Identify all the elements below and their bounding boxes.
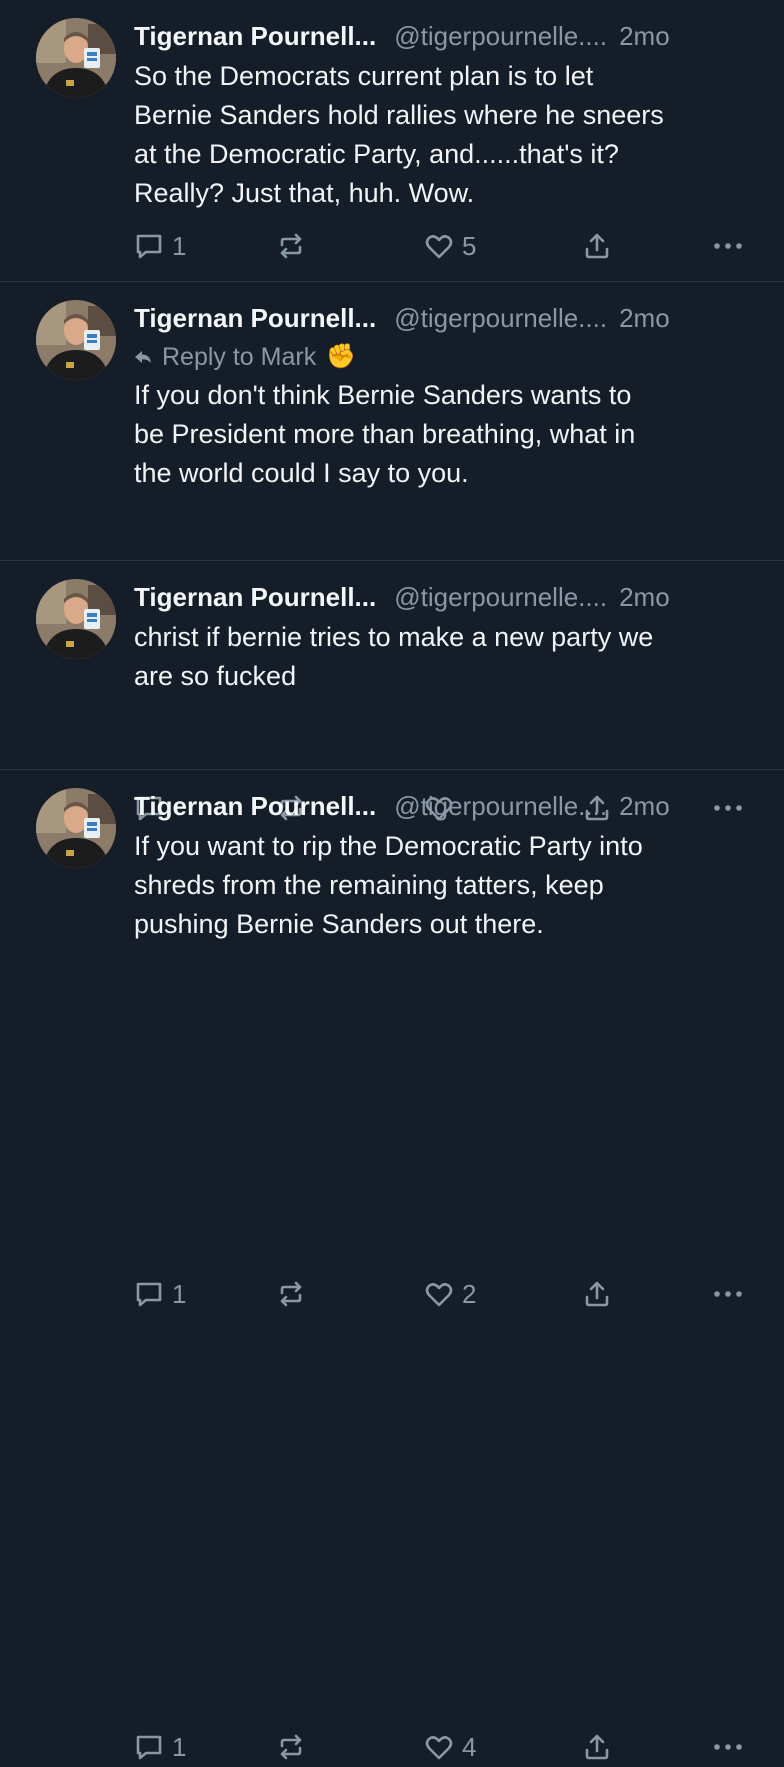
ellipsis-icon bbox=[712, 231, 744, 261]
reply-to-emoji: ✊ bbox=[326, 343, 357, 370]
share-upload-icon bbox=[582, 1279, 612, 1309]
heart-icon bbox=[424, 1279, 454, 1309]
post-time: 2mo bbox=[619, 303, 670, 333]
more-options-button[interactable] bbox=[712, 226, 744, 266]
post-feed: Tigernan Pournell... @tigerpournelle....… bbox=[0, 0, 784, 1762]
repost-button[interactable] bbox=[276, 1727, 306, 1767]
like-count: 5 bbox=[462, 230, 477, 261]
reply-button[interactable]: 1 bbox=[134, 226, 186, 266]
post[interactable]: Tigernan Pournell... @tigerpournelle....… bbox=[0, 0, 784, 282]
post-text-line: be President more than breathing, what i… bbox=[134, 419, 636, 449]
like-button[interactable]: 5 bbox=[424, 226, 476, 266]
like-button[interactable]: 2 bbox=[424, 1274, 476, 1314]
share-upload-icon bbox=[582, 1732, 612, 1762]
post-actions: 1 4 bbox=[134, 1727, 746, 1767]
avatar[interactable] bbox=[36, 18, 116, 98]
more-options-button[interactable] bbox=[712, 1727, 744, 1767]
post-text-line: Really? Just that, huh. Wow. bbox=[134, 178, 475, 208]
avatar-photo bbox=[36, 18, 116, 98]
author-handle[interactable]: @tigerpournelle.... bbox=[394, 298, 607, 338]
reply-arrow-icon bbox=[134, 349, 152, 365]
reply-count: 1 bbox=[172, 1278, 187, 1309]
post[interactable]: Tigernan Pournell... @tigerpournelle....… bbox=[0, 282, 784, 821]
post-text-line: the world could I say to you. bbox=[134, 458, 469, 488]
post-text-line: So the Democrats current plan is to let bbox=[134, 61, 594, 91]
avatar[interactable] bbox=[36, 788, 116, 868]
author-handle[interactable]: @tigerpournelle.... bbox=[394, 786, 607, 826]
post-time: 2mo bbox=[619, 21, 670, 51]
avatar[interactable] bbox=[36, 300, 116, 380]
repost-button[interactable] bbox=[276, 226, 306, 266]
reply-count: 1 bbox=[172, 230, 187, 261]
share-upload-icon bbox=[582, 231, 612, 261]
avatar-photo bbox=[36, 579, 116, 659]
speech-bubble-icon bbox=[134, 231, 164, 261]
share-button[interactable] bbox=[582, 1274, 612, 1314]
share-button[interactable] bbox=[582, 1727, 612, 1767]
reply-button[interactable]: 1 bbox=[134, 1727, 186, 1767]
author-handle[interactable]: @tigerpournelle.... bbox=[394, 16, 607, 56]
post-text: So the Democrats current plan is to let … bbox=[134, 57, 754, 213]
avatar[interactable] bbox=[36, 579, 116, 659]
like-button[interactable]: 4 bbox=[424, 1727, 476, 1767]
reply-to-label: Reply to Mark bbox=[162, 343, 317, 371]
like-count: 2 bbox=[462, 1278, 477, 1309]
post-text: If you want to rip the Democratic Party … bbox=[134, 827, 754, 944]
heart-icon bbox=[424, 231, 454, 261]
share-button[interactable] bbox=[582, 226, 612, 266]
post-time: 2mo bbox=[619, 791, 670, 821]
repost-arrows-icon bbox=[276, 1732, 306, 1762]
post-text-line: christ if bernie tries to make a new par… bbox=[134, 622, 654, 652]
author-name[interactable]: Tigernan Pournell... bbox=[134, 298, 376, 338]
post[interactable]: Tigernan Pournell... @tigerpournelle....… bbox=[0, 770, 784, 1762]
speech-bubble-icon bbox=[134, 1732, 164, 1762]
post-actions: 1 2 bbox=[134, 1274, 746, 1314]
author-name[interactable]: Tigernan Pournell... bbox=[134, 16, 376, 56]
ellipsis-icon bbox=[712, 1732, 744, 1762]
post-text-line: at the Democratic Party, and......that's… bbox=[134, 139, 619, 169]
repost-button[interactable] bbox=[276, 1274, 306, 1314]
post-text-line: shreds from the remaining tatters, keep bbox=[134, 870, 604, 900]
post-text-line: are so fucked bbox=[134, 661, 297, 691]
post-text: christ if bernie tries to make a new par… bbox=[134, 618, 754, 696]
avatar-photo bbox=[36, 788, 116, 868]
author-name[interactable]: Tigernan Pournell... bbox=[134, 786, 376, 826]
repost-arrows-icon bbox=[276, 231, 306, 261]
post-time: 2mo bbox=[619, 582, 670, 612]
post-text-line: If you don't think Bernie Sanders wants … bbox=[134, 380, 632, 410]
heart-icon bbox=[424, 1732, 454, 1762]
reply-button[interactable]: 1 bbox=[134, 1274, 186, 1314]
author-name[interactable]: Tigernan Pournell... bbox=[134, 577, 376, 617]
post-actions: 1 5 bbox=[134, 226, 746, 266]
reply-count: 1 bbox=[172, 1731, 187, 1762]
like-count: 4 bbox=[462, 1731, 477, 1762]
repost-arrows-icon bbox=[276, 1279, 306, 1309]
author-handle[interactable]: @tigerpournelle.... bbox=[394, 577, 607, 617]
post-text-line: If you want to rip the Democratic Party … bbox=[134, 831, 643, 861]
post[interactable]: Tigernan Pournell... @tigerpournelle....… bbox=[0, 561, 784, 1309]
avatar-photo bbox=[36, 300, 116, 380]
reply-context[interactable]: Reply to Mark ✊ bbox=[134, 339, 754, 375]
post-text-line: Bernie Sanders hold rallies where he sne… bbox=[134, 100, 664, 130]
post-text-line: pushing Bernie Sanders out there. bbox=[134, 909, 544, 939]
speech-bubble-icon bbox=[134, 1279, 164, 1309]
more-options-button[interactable] bbox=[712, 1274, 744, 1314]
ellipsis-icon bbox=[712, 1279, 744, 1309]
post-text: If you don't think Bernie Sanders wants … bbox=[134, 376, 754, 493]
